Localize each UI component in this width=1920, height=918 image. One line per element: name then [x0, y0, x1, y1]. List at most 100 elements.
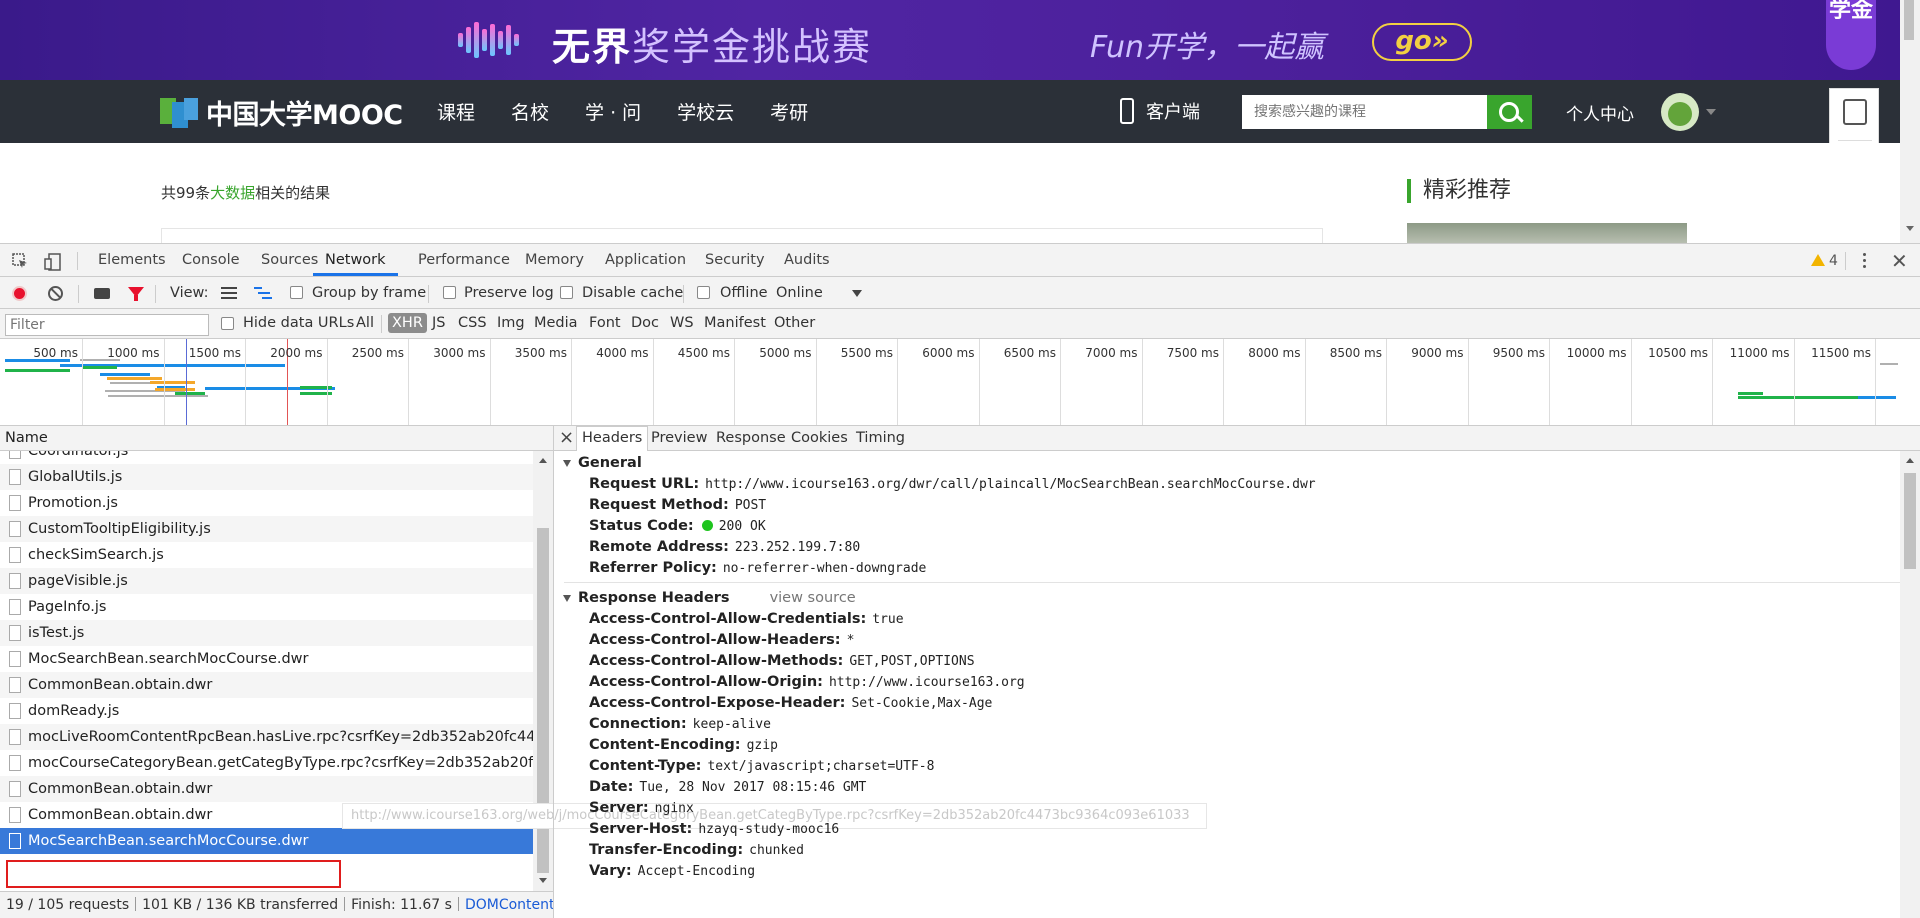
request-row[interactable]: mocCourseCategoryBean.getCategByType.rpc…	[0, 750, 533, 776]
search-icon[interactable]	[1487, 95, 1532, 129]
tab-timing[interactable]: Timing	[856, 430, 905, 446]
nav-link-kaoyan[interactable]: 考研	[770, 98, 808, 125]
response-headers-section-toggle[interactable]: Response Headers view source	[554, 587, 1900, 609]
timeline-tick-label: 500 ms	[33, 346, 78, 360]
network-overview-timeline[interactable]: 500 ms 1000 ms 1500 ms 2000 ms 2500 ms 3000 m…	[0, 339, 1920, 426]
avatar[interactable]	[1661, 93, 1699, 131]
filter-type-all[interactable]: All	[356, 315, 374, 331]
view-source-link[interactable]: view source	[770, 590, 856, 606]
tab-application[interactable]: Application	[605, 244, 686, 276]
details-scrollbar[interactable]	[1900, 451, 1920, 918]
mooc-logo-icon	[160, 96, 200, 128]
chevron-down-icon[interactable]	[852, 290, 862, 297]
request-row[interactable]: MocSearchBean.searchMocCourse.dwr	[0, 828, 533, 854]
nav-link-school-cloud[interactable]: 学校云	[677, 98, 734, 125]
request-row[interactable]: MocSearchBean.searchMocCourse.dwr	[0, 646, 533, 672]
requests-header[interactable]: Name	[0, 426, 553, 451]
request-row[interactable]: PageInfo.js	[0, 594, 533, 620]
tab-performance[interactable]: Performance	[418, 244, 510, 276]
chevron-down-icon[interactable]	[1706, 109, 1716, 115]
screenshot-camera-icon[interactable]	[94, 288, 110, 299]
tab-elements[interactable]: Elements	[98, 244, 166, 276]
tab-preview[interactable]: Preview	[651, 430, 707, 446]
file-icon	[9, 755, 21, 771]
header-value: Set-Cookie,Max-Age	[851, 696, 993, 711]
file-icon	[9, 781, 21, 797]
request-row[interactable]: checkSimSearch.js	[0, 542, 533, 568]
request-row[interactable]: Promotion.js	[0, 490, 533, 516]
request-row[interactable]: GlobalUtils.js	[0, 464, 533, 490]
tab-console[interactable]: Console	[182, 244, 240, 276]
filter-type-xhr[interactable]: XHR	[388, 313, 427, 333]
hide-data-urls-checkbox[interactable]	[221, 317, 234, 330]
main-nav: 课程 名校 学 · 问 学校云 考研	[437, 80, 844, 143]
tab-sources[interactable]: Sources	[261, 244, 318, 276]
file-icon	[9, 599, 21, 615]
filter-type-manifest[interactable]: Manifest	[704, 315, 766, 331]
tab-memory[interactable]: Memory	[525, 244, 584, 276]
list-view-icon[interactable]	[221, 287, 237, 299]
scholarship-badge[interactable]: 学金	[1826, 0, 1876, 70]
filter-type-img[interactable]: Img	[497, 315, 525, 331]
offline-checkbox[interactable]	[697, 286, 710, 299]
filter-type-ws[interactable]: WS	[670, 315, 694, 331]
preserve-log-checkbox[interactable]	[443, 286, 456, 299]
promo-banner[interactable]: 无界奖学金挑战赛 Fun开学，一起赢 go» 学金	[0, 0, 1900, 80]
more-options-icon[interactable]	[1863, 253, 1867, 269]
header-row: Vary: Accept-Encoding	[554, 861, 1900, 882]
page-scrollbar[interactable]	[1900, 0, 1920, 243]
site-logo[interactable]: 中国大学MOOC	[160, 96, 403, 131]
clear-button[interactable]	[48, 286, 63, 301]
filter-type-font[interactable]: Font	[589, 315, 621, 331]
nav-link-schools[interactable]: 名校	[511, 98, 549, 125]
request-row[interactable]: CustomTooltipEligibility.js	[0, 516, 533, 542]
request-row[interactable]: CommonBean.obtain.dwr	[0, 776, 533, 802]
personal-center-link[interactable]: 个人中心	[1566, 100, 1634, 125]
client-download[interactable]: 客户端	[1120, 98, 1200, 124]
banner-go-button[interactable]: go»	[1372, 23, 1472, 61]
nav-link-learn-ask[interactable]: 学 · 问	[585, 98, 641, 125]
close-icon[interactable]: ✕	[1891, 249, 1908, 273]
general-section-toggle[interactable]: General	[554, 452, 1900, 474]
header-value: http://www.icourse163.org	[828, 675, 1025, 690]
tab-network[interactable]: Network	[313, 244, 398, 276]
warning-count[interactable]: 4	[1811, 253, 1838, 269]
device-toolbar-icon[interactable]	[44, 253, 61, 271]
banner-title: 无界奖学金挑战赛	[552, 25, 873, 69]
filter-type-js[interactable]: JS	[432, 315, 445, 331]
tab-response[interactable]: Response	[716, 430, 786, 446]
disable-cache-checkbox[interactable]	[560, 286, 573, 299]
phone-icon	[1120, 98, 1134, 124]
record-button[interactable]	[12, 286, 27, 301]
tab-security[interactable]: Security	[705, 244, 765, 276]
tab-audits[interactable]: Audits	[784, 244, 830, 276]
recommend-image[interactable]	[1407, 223, 1687, 243]
request-row[interactable]: isTest.js	[0, 620, 533, 646]
close-details-icon[interactable]: ×	[559, 427, 574, 448]
filter-input[interactable]	[5, 314, 209, 336]
request-row[interactable]: mocLiveRoomContentRpcBean.hasLive.rpc?cs…	[0, 724, 533, 750]
header-row: Connection: keep-alive	[554, 714, 1900, 735]
header-key: Referrer Policy:	[589, 560, 717, 576]
request-row[interactable]: pageVisible.js	[0, 568, 533, 594]
filter-type-css[interactable]: CSS	[458, 315, 487, 331]
nav-link-courses[interactable]: 课程	[437, 98, 475, 125]
inspect-element-icon[interactable]	[12, 253, 28, 269]
filter-type-doc[interactable]: Doc	[631, 315, 659, 331]
group-by-frame-checkbox[interactable]	[290, 286, 303, 299]
request-name: Coordinator.js	[28, 451, 129, 459]
filter-funnel-icon[interactable]	[128, 287, 144, 301]
tab-cookies[interactable]: Cookies	[791, 430, 848, 446]
name-column-header[interactable]: Name	[5, 430, 48, 446]
throttling-select[interactable]: Online	[776, 285, 823, 301]
request-row[interactable]: domReady.js	[0, 698, 533, 724]
request-row[interactable]: Coordinator.js	[0, 451, 533, 464]
filter-type-other[interactable]: Other	[774, 315, 815, 331]
hide-data-urls-label: Hide data URLs	[243, 315, 355, 331]
waterfall-view-icon[interactable]	[254, 287, 272, 299]
filter-type-media[interactable]: Media	[534, 315, 578, 331]
course-search-input[interactable]	[1242, 95, 1487, 129]
tab-headers[interactable]: Headers	[576, 426, 649, 451]
edit-icon[interactable]	[1843, 99, 1867, 125]
request-row[interactable]: CommonBean.obtain.dwr	[0, 672, 533, 698]
